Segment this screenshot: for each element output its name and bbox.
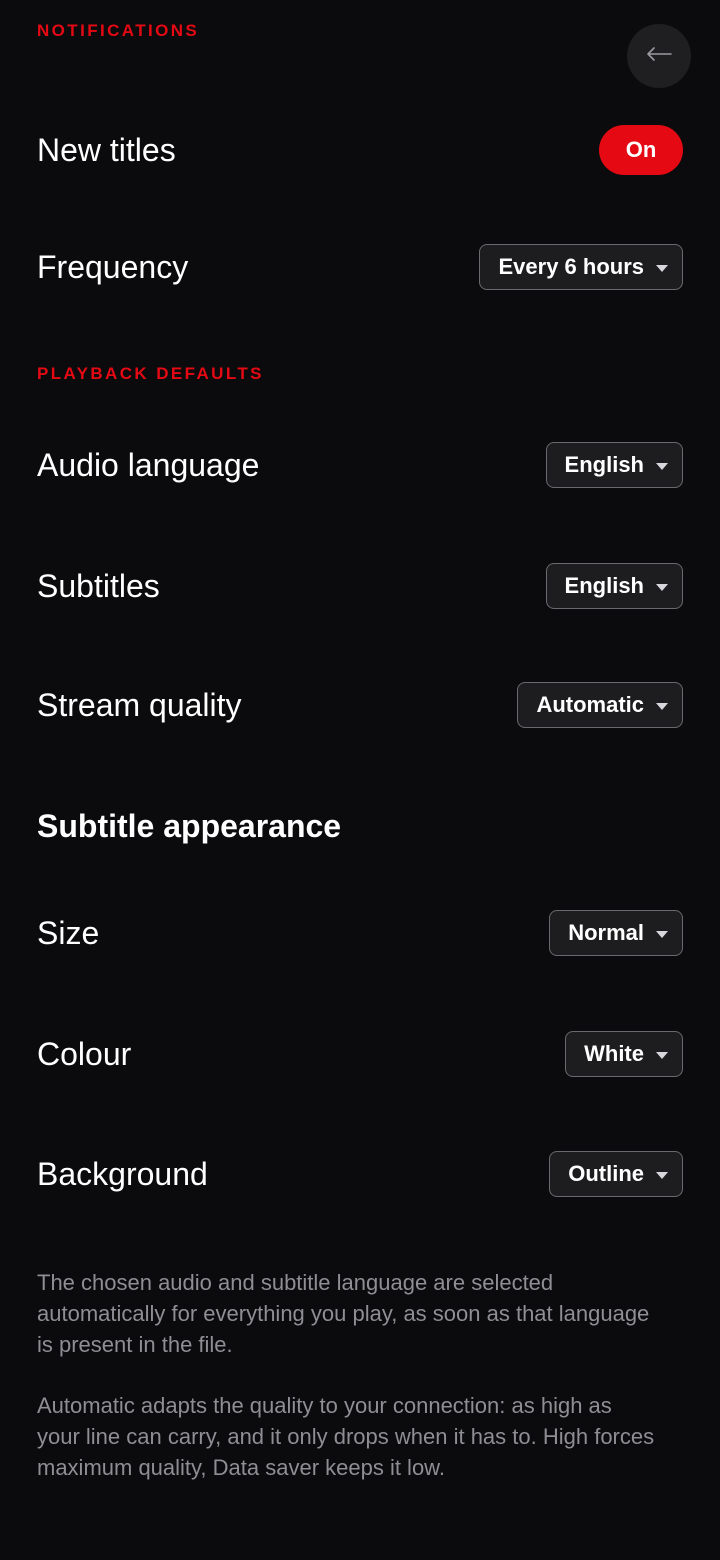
background-select[interactable]: Outline bbox=[549, 1151, 683, 1197]
caret-down-icon bbox=[656, 1171, 668, 1179]
back-button[interactable] bbox=[627, 24, 691, 88]
stream-quality-row: Stream quality Automatic bbox=[37, 680, 683, 730]
new-titles-label: New titles bbox=[37, 131, 176, 168]
background-label: Background bbox=[37, 1155, 208, 1192]
colour-row: Colour White bbox=[37, 1029, 683, 1079]
new-titles-row: New titles On bbox=[37, 125, 683, 175]
subtitles-select[interactable]: English bbox=[545, 563, 683, 609]
subtitle-appearance-heading: Subtitle appearance bbox=[37, 808, 342, 844]
audio-language-row: Audio language English bbox=[37, 440, 683, 490]
frequency-row: Frequency Every 6 hours bbox=[37, 242, 683, 292]
stream-quality-value: Automatic bbox=[536, 692, 644, 717]
size-label: Size bbox=[37, 914, 100, 951]
background-value: Outline bbox=[568, 1161, 644, 1186]
subtitles-value: English bbox=[564, 573, 644, 598]
background-row: Background Outline bbox=[37, 1149, 683, 1199]
audio-language-select[interactable]: English bbox=[545, 442, 683, 488]
size-row: Size Normal bbox=[37, 908, 683, 958]
language-note: The chosen audio and subtitle language a… bbox=[37, 1270, 650, 1357]
colour-value: White bbox=[584, 1041, 644, 1066]
subtitles-row: Subtitles English bbox=[37, 561, 683, 611]
audio-language-value: English bbox=[564, 452, 644, 477]
frequency-label: Frequency bbox=[37, 248, 189, 285]
caret-down-icon bbox=[656, 264, 668, 272]
settings-page: NOTIFICATIONS New titles On Frequency Ev… bbox=[0, 0, 720, 1560]
colour-select[interactable]: White bbox=[565, 1031, 683, 1077]
notifications-section-title: NOTIFICATIONS bbox=[37, 21, 200, 40]
stream-quality-select[interactable]: Automatic bbox=[517, 682, 683, 728]
size-value: Normal bbox=[568, 920, 644, 945]
playback-defaults-section-title: PLAYBACK DEFAULTS bbox=[37, 364, 264, 383]
stream-quality-label: Stream quality bbox=[37, 686, 242, 723]
caret-down-icon bbox=[656, 930, 668, 938]
caret-down-icon bbox=[656, 462, 668, 470]
subtitles-label: Subtitles bbox=[37, 567, 160, 604]
colour-label: Colour bbox=[37, 1035, 132, 1072]
caret-down-icon bbox=[656, 702, 668, 710]
caret-down-icon bbox=[656, 1051, 668, 1059]
quality-note: Automatic adapts the quality to your con… bbox=[37, 1393, 655, 1480]
new-titles-toggle[interactable]: On bbox=[599, 125, 683, 175]
audio-language-label: Audio language bbox=[37, 446, 260, 483]
frequency-select[interactable]: Every 6 hours bbox=[479, 244, 683, 290]
size-select[interactable]: Normal bbox=[549, 910, 683, 956]
caret-down-icon bbox=[656, 583, 668, 591]
arrow-left-icon bbox=[646, 46, 672, 67]
frequency-value: Every 6 hours bbox=[498, 254, 644, 279]
